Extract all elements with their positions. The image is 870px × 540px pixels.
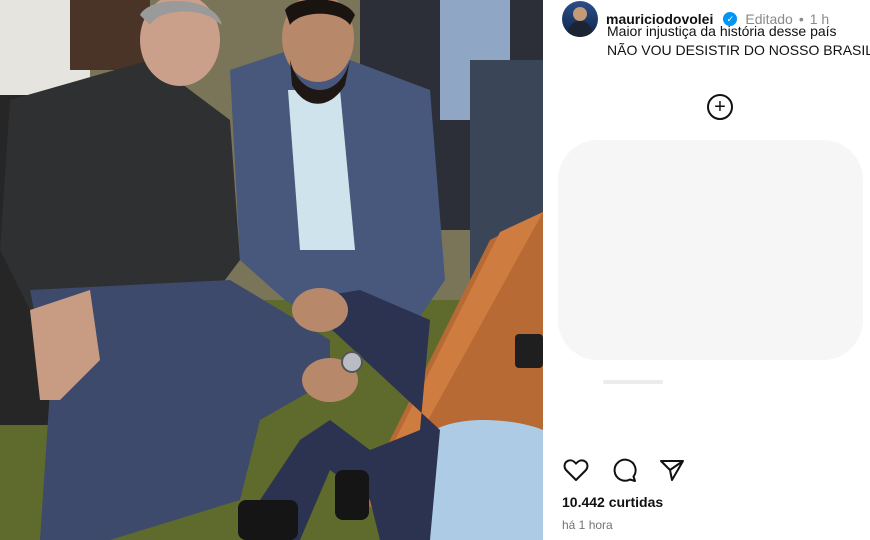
- comment-icon[interactable]: [610, 456, 638, 484]
- heart-icon[interactable]: [562, 456, 590, 484]
- likes-count[interactable]: 10.442 curtidas: [562, 494, 663, 510]
- post-side-panel: mauriciodovolei ✓ Editado • 1 h Maior in…: [543, 0, 870, 540]
- share-icon[interactable]: [658, 456, 686, 484]
- caption-line-1: Maior injustiça da história desse país: [607, 23, 837, 39]
- post-caption: Maior injustiça da história desse país N…: [607, 22, 870, 60]
- author-avatar[interactable]: [562, 1, 598, 37]
- post-photo[interactable]: [0, 0, 543, 540]
- post-actions: [562, 456, 686, 484]
- plus-circle-icon[interactable]: +: [707, 94, 733, 120]
- caption-line-2: NÃO VOU DESISTIR DO NOSSO BRASIL: [607, 42, 870, 58]
- comments-area-placeholder: [558, 140, 863, 360]
- post-photo-image: [0, 0, 543, 540]
- comments-area-placeholder-line: [603, 380, 663, 384]
- post-time-long[interactable]: há 1 hora: [562, 518, 613, 532]
